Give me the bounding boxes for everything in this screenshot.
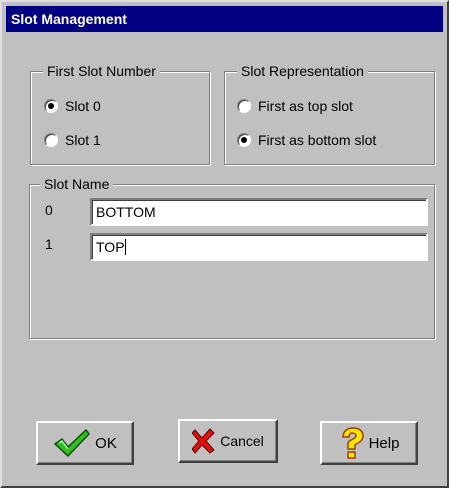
radio-button[interactable] [44,133,58,147]
ok-button[interactable]: OK [36,421,134,465]
first-slot-number-legend: First Slot Number [43,62,160,80]
slot-representation-legend: Slot Representation [237,62,368,80]
question-mark-icon [341,427,364,459]
slot-name-legend: Slot Name [40,175,114,193]
radio-slot-0-label: Slot 0 [65,98,101,114]
radio-first-as-bottom-slot[interactable]: First as bottom slot [237,131,376,149]
slot-name-field-1[interactable]: TOP [90,233,428,261]
radio-button-checked[interactable] [44,99,58,113]
slot-index-1: 1 [45,236,53,252]
slot-index-0: 0 [45,202,53,218]
radio-button[interactable] [237,99,251,113]
radio-first-as-top-slot-label: First as top slot [258,98,353,114]
slot-name-value-1: TOP [96,239,125,255]
radio-first-as-top-slot[interactable]: First as top slot [237,97,353,115]
red-x-icon [192,428,215,454]
text-caret [124,239,126,255]
radio-first-as-bottom-slot-label: First as bottom slot [258,132,377,148]
slot-representation-group: Slot Representation [224,62,435,165]
radio-slot-1-label: Slot 1 [65,132,101,148]
radio-slot-0[interactable]: Slot 0 [44,97,101,115]
window-title: Slot Management [6,6,443,32]
slot-name-field-0[interactable]: BOTTOM [90,198,428,226]
slot-name-value-0: BOTTOM [96,204,156,220]
first-slot-number-group: First Slot Number [30,62,210,165]
slot-management-dialog: Slot Management First Slot Number Slot 0… [0,0,449,488]
cancel-button[interactable]: Cancel [178,419,278,463]
cancel-button-label: Cancel [220,433,264,449]
help-button-label: Help [368,434,400,452]
ok-button-label: OK [95,434,117,452]
radio-slot-1[interactable]: Slot 1 [44,131,101,149]
checkmark-icon [53,428,91,458]
radio-button-checked[interactable] [237,133,251,147]
help-button[interactable]: Help [320,421,418,465]
